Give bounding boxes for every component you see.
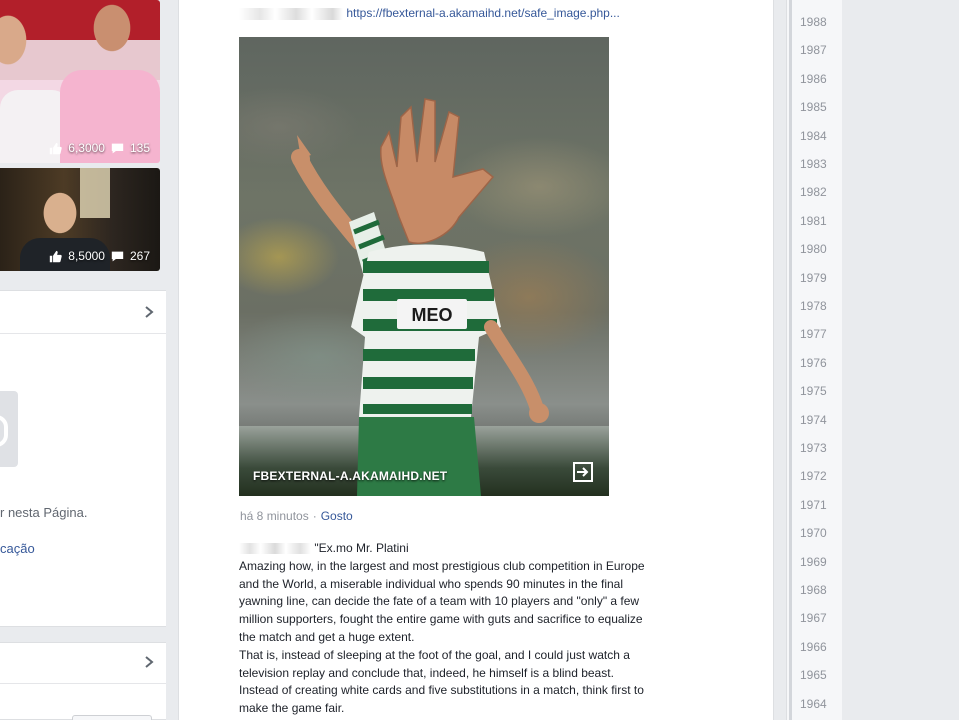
comment-line: television replay and conclude that, ind… (239, 665, 614, 680)
shared-link[interactable]: https://fbexternal-a.akamaihd.net/safe_i… (346, 6, 620, 20)
year-link[interactable]: 1966 (800, 640, 827, 654)
year-link[interactable]: 1973 (800, 441, 827, 455)
svg-text:MEO: MEO (411, 305, 452, 325)
shared-image[interactable]: MEO FBEXTERNAL-A.AKAMAIHD.NET (239, 37, 609, 496)
like-button[interactable]: Gosto (321, 509, 353, 523)
divider (0, 333, 166, 334)
video-thumbnail-2[interactable]: 8,5000 267 (0, 168, 160, 271)
comment-line: Amazing how, in the largest and most pre… (239, 558, 645, 573)
post-timestamp[interactable]: há 8 minutos (240, 509, 309, 523)
thumbnail-stats: 6,3000 135 (49, 141, 150, 155)
year-link[interactable]: 1972 (800, 469, 827, 483)
year-link[interactable]: 1984 (800, 129, 827, 143)
comment-count: 135 (129, 141, 150, 155)
comment-line: That is, instead of sleeping at the foot… (239, 647, 630, 662)
year-link[interactable]: 1968 (800, 583, 827, 597)
year-link[interactable]: 1979 (800, 271, 827, 285)
shared-link-row: https://fbexternal-a.akamaihd.net/safe_i… (239, 6, 620, 20)
year-link[interactable]: 1983 (800, 157, 827, 171)
comment-icon (111, 251, 124, 261)
year-link[interactable]: 1982 (800, 185, 827, 199)
comment-line: the match and get a huge extent. (239, 629, 415, 644)
year-link[interactable]: 1975 (800, 384, 827, 398)
divider (0, 683, 166, 684)
player-illustration: MEO (291, 98, 549, 496)
year-link[interactable]: 1978 (800, 299, 827, 313)
comment-line: Instead of creating white cards and five… (239, 683, 644, 698)
year-link[interactable]: 1969 (800, 555, 827, 569)
year-link[interactable]: 1974 (800, 413, 827, 427)
year-link[interactable]: 1977 (800, 327, 827, 341)
open-link-icon[interactable] (571, 460, 595, 484)
blurred-author (239, 7, 343, 20)
page-logo (0, 391, 18, 467)
chevron-right-icon[interactable] (142, 655, 156, 669)
image-source-caption: FBEXTERNAL-A.AKAMAIHD.NET (253, 469, 448, 483)
year-link[interactable]: 1980 (800, 242, 827, 256)
year-link[interactable]: 1970 (800, 526, 827, 540)
comment-line: yawning line, can decide the fate of a t… (239, 594, 640, 609)
year-link[interactable]: 1987 (800, 43, 827, 57)
timeline-year-nav: 1988 1987 1986 1985 1984 1983 1982 1981 1980 1979… (786, 0, 842, 720)
year-link[interactable]: 1964 (800, 697, 827, 711)
year-link[interactable]: 1976 (800, 356, 827, 370)
comment-line: make the game fair. (239, 701, 345, 716)
sidebar-card (0, 642, 166, 720)
year-link[interactable]: 1965 (800, 668, 827, 682)
like-count: 6,3000 (68, 141, 105, 155)
year-link[interactable]: 1988 (800, 15, 827, 29)
card-description: r nesta Página. (0, 505, 88, 520)
year-link[interactable]: 1967 (800, 611, 827, 625)
like-icon (50, 250, 62, 262)
comment-icon (111, 143, 124, 153)
card-link[interactable]: cação (0, 541, 35, 556)
comment-count: 267 (129, 249, 150, 263)
like-count: 8,5000 (68, 249, 105, 263)
sidebar-card: r nesta Página. cação (0, 290, 166, 627)
video-thumbnail-1[interactable]: 6,3000 135 (0, 0, 160, 163)
right-gutter (842, 0, 959, 720)
year-link[interactable]: 1985 (800, 100, 827, 114)
year-link[interactable]: 1981 (800, 214, 827, 228)
year-link[interactable]: 1986 (800, 72, 827, 86)
thumbnail-stats: 8,5000 267 (49, 249, 150, 263)
comment-line-1: "Ex.mo Mr. Platini (239, 540, 739, 558)
year-link[interactable]: 1971 (800, 498, 827, 512)
chevron-right-icon[interactable] (142, 305, 156, 319)
comment-line: and the World, a miserable individual wh… (239, 576, 623, 591)
blurred-commenter (239, 543, 311, 555)
meta-separator: · (312, 509, 317, 523)
like-icon (50, 142, 62, 154)
comment-text: "Ex.mo Mr. Platini Amazing how, in the l… (239, 540, 739, 718)
left-sidebar: 6,3000 135 8,5000 267 r nesta Página. ca… (0, 0, 166, 720)
comment-line: million supporters, fought the entire ga… (239, 612, 643, 627)
thumbnail-light (80, 168, 110, 218)
post-meta: há 8 minutos · Gosto (240, 509, 353, 523)
sidebar-button[interactable] (72, 715, 152, 720)
